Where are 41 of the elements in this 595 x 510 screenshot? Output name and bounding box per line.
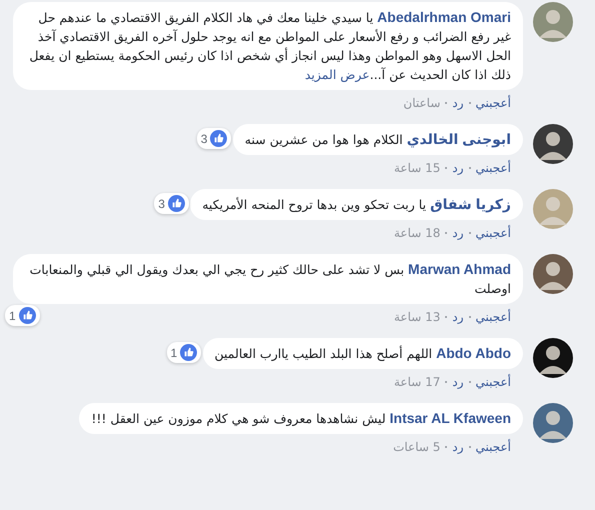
timestamp: 13 ساعة [394,310,440,324]
reaction-count: 1 [170,346,178,360]
timestamp: ساعتان [403,96,440,110]
timestamp: 5 ساعات [393,440,440,454]
timestamp: 18 ساعة [394,226,440,240]
reaction-badge[interactable]: 1 [166,342,202,363]
reaction-badge[interactable]: 3 [154,193,189,214]
thumbs-up-icon [180,344,198,361]
like-link[interactable]: أعجبني [476,440,511,454]
author-link[interactable]: زكريا شفاق [430,196,511,212]
reply-link[interactable]: رد [452,161,464,175]
reply-link[interactable]: رد [452,375,464,389]
reply-link[interactable]: رد [452,310,464,324]
reaction-count: 3 [200,132,208,146]
reply-link[interactable]: رد [452,440,464,454]
thumbs-up-icon [168,195,185,212]
like-link[interactable]: أعجبني [476,226,511,240]
reaction-count: 1 [9,308,16,322]
thumbs-up-icon [18,307,36,324]
reply-link[interactable]: رد [452,96,464,110]
avatar[interactable] [533,338,573,378]
avatar[interactable] [533,124,573,164]
like-link[interactable]: أعجبني [476,375,511,389]
reaction-badge[interactable]: 3 [196,128,232,149]
author-link[interactable]: ابوجنى الخالدي [406,131,511,147]
thumbs-up-icon [210,130,228,147]
comment-text: ابوجنى الخالدي الكلام هوا هوا من عشرين سنه [244,130,511,149]
comment-text: زكريا شفاق يا ربت تحكو وين بدها تروح المنحه الأمريكيه [202,195,511,214]
timestamp: 17 ساعة [394,375,440,389]
author-link[interactable]: Abedalrhman Omari [377,9,511,25]
author-link[interactable]: Abdo Abdo [436,345,511,361]
author-link[interactable]: Marwan Ahmad [408,261,511,277]
see-more-link[interactable]: عرض المزيد [304,67,370,82]
author-link[interactable]: Intsar AL Kfaween [390,410,511,426]
reaction-badge[interactable]: 1 [5,305,40,326]
like-link[interactable]: أعجبني [476,161,511,175]
timestamp: 15 ساعة [394,161,440,175]
reaction-count: 3 [158,196,165,210]
like-link[interactable]: أعجبني [476,310,511,324]
like-link[interactable]: أعجبني [476,96,511,110]
reply-link[interactable]: رد [452,226,464,240]
